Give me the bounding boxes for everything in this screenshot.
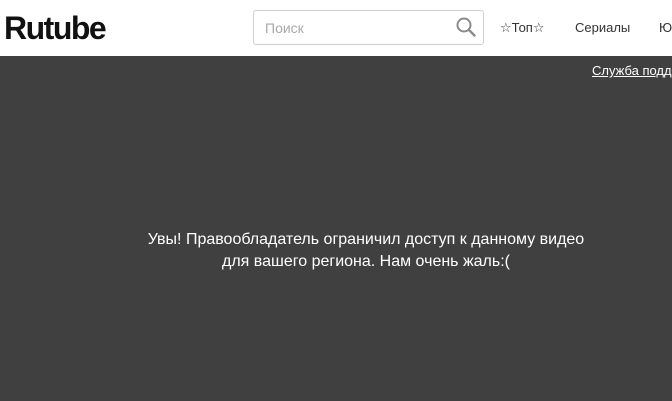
support-link[interactable]: Служба поддержки [592,63,672,79]
video-player-area: Служба поддержки Увы! Правообладатель ог… [0,56,672,401]
site-header: Rutube ☆Топ☆ Сериалы Ю [0,0,672,56]
nav-series-link[interactable]: Сериалы [575,19,630,37]
search-box[interactable] [253,10,484,45]
region-restriction-message: Увы! Правообладатель ограничил доступ к … [147,231,585,270]
nav-top-link[interactable]: ☆Топ☆ [500,19,545,37]
nav-next-link[interactable]: Ю [659,19,672,37]
rutube-logo[interactable]: Rutube [4,10,107,46]
search-input[interactable] [254,11,455,44]
page: Rutube ☆Топ☆ Сериалы Ю Служба поддержки … [0,0,672,401]
search-icon[interactable] [455,16,477,38]
